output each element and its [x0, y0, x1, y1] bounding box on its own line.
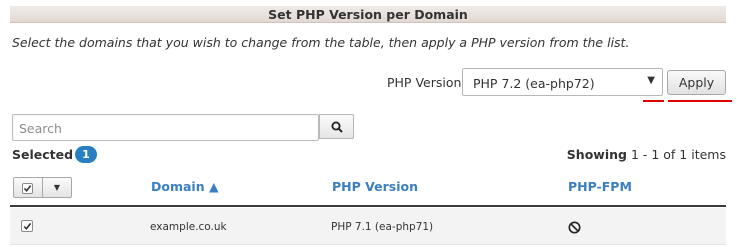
selected-label: Selected — [12, 147, 74, 162]
php-version-label: PHP Version — [387, 75, 462, 90]
search-button[interactable] — [319, 114, 354, 139]
bulk-select-dropdown[interactable]: ▼ — [42, 177, 72, 198]
search-input[interactable]: Search — [12, 114, 319, 141]
annotation-underline-apply — [668, 100, 732, 102]
showing-label: Showing — [566, 147, 627, 162]
chevron-down-icon: ▼ — [53, 183, 61, 192]
dropdown-arrow-icon: ▼ — [647, 75, 655, 86]
showing-range: 1 - 1 of 1 items — [630, 147, 726, 162]
section-header: Set PHP Version per Domain — [10, 6, 726, 23]
search-icon — [331, 121, 343, 133]
apply-button[interactable]: Apply — [667, 70, 726, 95]
disabled-icon — [568, 219, 581, 238]
column-header-domain[interactable]: Domain ▲ — [151, 179, 219, 194]
section-title: Set PHP Version per Domain — [268, 7, 468, 22]
checkbox-checked-icon — [22, 183, 33, 194]
select-all-checkbox[interactable] — [13, 177, 43, 198]
selected-count-badge: 1 — [75, 146, 97, 163]
php-version-cell: PHP 7.1 (ea-php71) — [331, 221, 434, 233]
domain-cell: example.co.uk — [150, 221, 227, 233]
annotation-underline-select — [643, 100, 664, 102]
search-placeholder: Search — [19, 121, 62, 136]
column-header-php-fpm[interactable]: PHP-FPM — [568, 179, 632, 194]
row-checkbox[interactable] — [21, 220, 33, 232]
php-version-selected: PHP 7.2 (ea-php72) — [473, 76, 595, 91]
table-header-divider — [10, 205, 726, 207]
table-row: example.co.uk PHP 7.1 (ea-php71) — [10, 208, 726, 245]
instructions-text: Select the domains that you wish to chan… — [12, 35, 630, 50]
php-version-select[interactable]: PHP 7.2 (ea-php72) ▼ — [462, 68, 663, 96]
column-header-php-version[interactable]: PHP Version — [332, 179, 418, 194]
showing-summary: Showing 1 - 1 of 1 items — [567, 147, 726, 162]
checkbox-checked-icon — [23, 222, 32, 231]
